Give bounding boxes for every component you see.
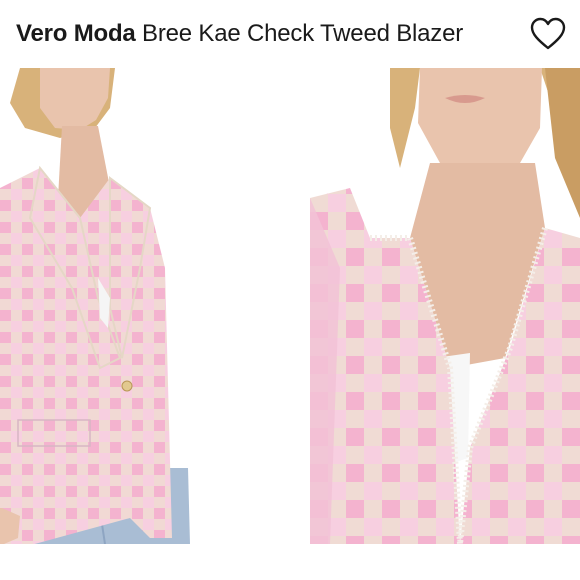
- heart-outline-icon: [530, 17, 566, 50]
- product-name: Bree Kae Check Tweed Blazer: [142, 20, 464, 47]
- product-photo-front: [0, 68, 190, 544]
- product-image-gallery: [0, 68, 580, 544]
- product-header: Vero Moda Bree Kae Check Tweed Blazer: [0, 0, 580, 68]
- product-image-closeup[interactable]: [310, 68, 580, 544]
- product-photo-closeup: [310, 68, 580, 544]
- product-image-front[interactable]: [0, 68, 190, 544]
- bottom-spacer: [0, 544, 580, 580]
- favorite-button[interactable]: [530, 17, 566, 51]
- product-title: Vero Moda Bree Kae Check Tweed Blazer: [16, 20, 463, 48]
- brand-name[interactable]: Vero Moda: [16, 20, 136, 47]
